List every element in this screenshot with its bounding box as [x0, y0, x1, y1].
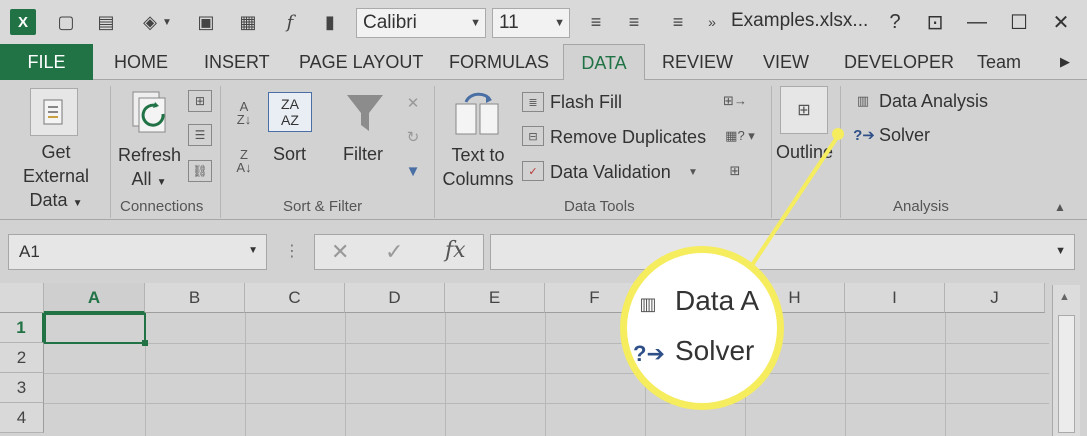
- data-analysis-icon: ▥: [639, 293, 657, 314]
- callout-solver-label: Solver: [675, 335, 755, 366]
- zoom-callout: ▥ Data A ?➔ Solver: [620, 246, 784, 410]
- solver-icon: ?➔: [633, 341, 665, 366]
- callout-data-analysis-label: Data A: [675, 285, 760, 316]
- callout-pointer: [740, 128, 844, 282]
